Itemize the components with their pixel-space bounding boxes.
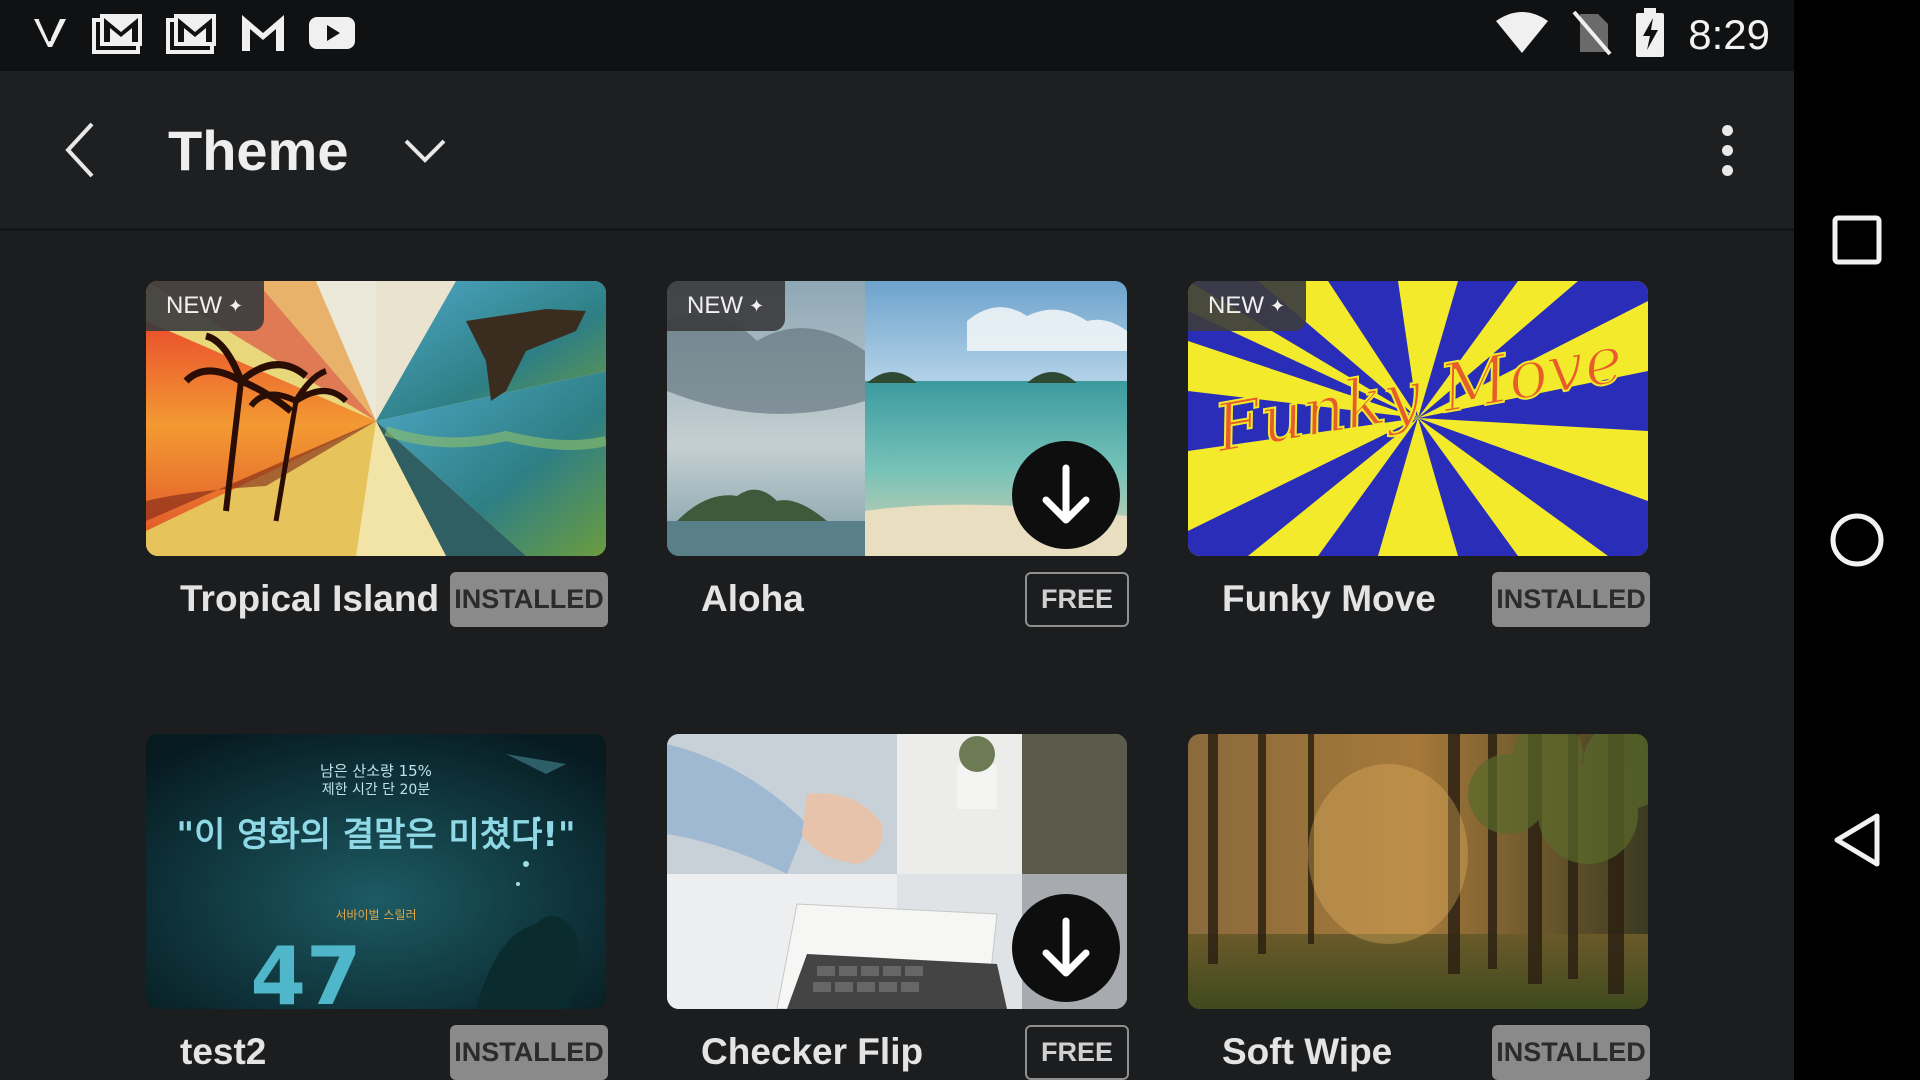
theme-thumbnail[interactable]: NEW ✦ xyxy=(146,281,606,556)
poster-headline: "이 영화의 결말은 미쳤다!" xyxy=(176,815,575,855)
v-app-icon xyxy=(30,13,70,58)
installed-badge: INSTALLED xyxy=(1492,572,1650,627)
new-badge: NEW ✦ xyxy=(146,281,264,331)
free-badge[interactable]: FREE xyxy=(1025,572,1129,627)
back-triangle-icon xyxy=(1834,813,1880,867)
card-footer: Aloha FREE xyxy=(667,572,1129,628)
card-footer: Funky Move INSTALLED xyxy=(1188,572,1650,628)
recents-button[interactable] xyxy=(1794,185,1920,295)
page-title: Theme xyxy=(168,118,349,182)
app-bar: Theme xyxy=(0,71,1794,231)
new-badge-label: NEW xyxy=(687,292,743,319)
card-footer: Tropical Island INSTALLED xyxy=(146,572,608,628)
title-dropdown[interactable]: Theme xyxy=(168,115,447,185)
theme-name: test2 xyxy=(180,1031,267,1072)
installed-badge: INSTALLED xyxy=(450,572,608,627)
more-vert-icon xyxy=(1721,124,1733,136)
theme-thumbnail[interactable]: 남은 산소량 15% 제한 시간 단 20분 "이 영화의 결말은 미쳤다!" … xyxy=(146,734,606,1009)
chevron-left-icon xyxy=(65,122,94,178)
theme-name: Checker Flip xyxy=(701,1031,924,1072)
no-sim-icon xyxy=(1572,10,1612,61)
gmail-icon xyxy=(92,12,144,59)
download-arrow-icon xyxy=(1042,464,1090,524)
new-badge: NEW ✦ xyxy=(667,281,785,331)
theme-card-funky-move[interactable]: Funky Move NEW ✦ Funky Move INSTALLED xyxy=(1188,281,1650,628)
chevron-down-icon xyxy=(404,139,445,163)
installed-badge: INSTALLED xyxy=(1492,1025,1650,1080)
test2-poster-art: 남은 산소량 15% 제한 시간 단 20분 "이 영화의 결말은 미쳤다!" … xyxy=(146,734,606,1009)
theme-name: Funky Move xyxy=(1222,578,1436,619)
youtube-icon xyxy=(308,15,356,56)
system-icons: 8:29 xyxy=(1494,7,1770,63)
status-bar: 8:29 xyxy=(0,0,1794,71)
poster-number: 47 xyxy=(250,930,361,1009)
theme-card-soft-wipe[interactable]: Soft Wipe INSTALLED xyxy=(1188,734,1650,1080)
home-icon xyxy=(1830,513,1884,567)
notification-icons xyxy=(30,12,356,58)
theme-thumbnail[interactable] xyxy=(1188,734,1648,1009)
system-nav-bar xyxy=(1794,0,1920,1080)
recents-icon xyxy=(1832,215,1882,265)
theme-card-tropical-island[interactable]: NEW ✦ Tropical Island INSTALLED xyxy=(146,281,608,628)
poster-line2: 제한 시간 단 20분 xyxy=(322,782,431,798)
theme-thumbnail[interactable]: NEW ✦ xyxy=(667,281,1127,556)
home-button[interactable] xyxy=(1794,485,1920,595)
card-footer: Checker Flip FREE xyxy=(667,1025,1129,1080)
theme-card-test2[interactable]: 남은 산소량 15% 제한 시간 단 20분 "이 영화의 결말은 미쳤다!" … xyxy=(146,734,608,1080)
card-footer: test2 INSTALLED xyxy=(146,1025,608,1080)
sparkle-icon: ✦ xyxy=(749,295,765,316)
download-button[interactable] xyxy=(1012,441,1120,549)
theme-thumbnail[interactable] xyxy=(667,734,1127,1009)
new-badge-label: NEW xyxy=(166,292,222,319)
theme-card-aloha[interactable]: NEW ✦ Aloha FREE xyxy=(667,281,1129,628)
theme-name: Aloha xyxy=(701,578,804,619)
theme-card-checker-flip[interactable]: Checker Flip FREE xyxy=(667,734,1129,1080)
theme-screen: 8:29 Theme NEW ✦ Tropical Island INSTALL… xyxy=(0,0,1794,1080)
gmail-icon xyxy=(166,12,218,59)
sparkle-icon: ✦ xyxy=(1270,295,1286,316)
installed-badge: INSTALLED xyxy=(450,1025,608,1080)
free-badge[interactable]: FREE xyxy=(1025,1025,1129,1080)
soft-wipe-forest-art xyxy=(1188,734,1648,1009)
battery-charging-icon xyxy=(1634,7,1666,63)
sparkle-icon: ✦ xyxy=(228,295,244,316)
card-footer: Soft Wipe INSTALLED xyxy=(1188,1025,1650,1080)
new-badge: NEW ✦ xyxy=(1188,281,1306,331)
theme-name: Soft Wipe xyxy=(1222,1031,1393,1072)
more-vert-dot xyxy=(1721,144,1733,156)
clock: 8:29 xyxy=(1688,11,1770,58)
more-options-button[interactable] xyxy=(1706,115,1748,185)
poster-line1: 남은 산소량 15% xyxy=(320,762,432,780)
download-arrow-icon xyxy=(1042,917,1090,977)
poster-genre: 서바이벌 스릴러 xyxy=(335,908,416,922)
back-nav-button[interactable] xyxy=(1794,785,1920,895)
download-button[interactable] xyxy=(1012,894,1120,1002)
theme-thumbnail[interactable]: Funky Move NEW ✦ xyxy=(1188,281,1648,556)
back-button[interactable] xyxy=(50,115,110,185)
gmail-icon xyxy=(240,13,286,58)
theme-name: Tropical Island xyxy=(180,578,440,619)
more-vert-dot xyxy=(1721,164,1733,176)
new-badge-label: NEW xyxy=(1208,292,1264,319)
wifi-icon xyxy=(1494,11,1550,60)
